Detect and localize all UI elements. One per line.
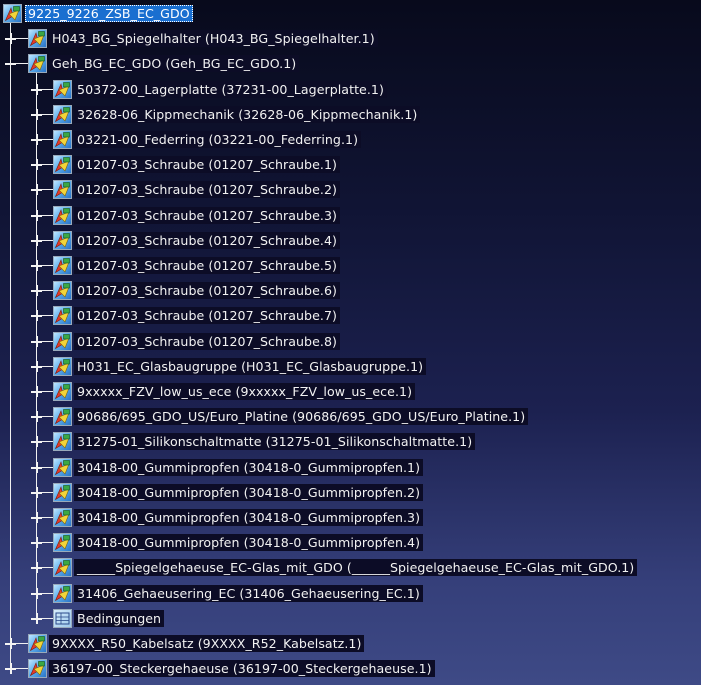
tree-node-label[interactable]: 01207-03_Schraube (01207_Schraube.6) [74,282,340,300]
tree-child-node[interactable]: 9xxxxx_FZV_low_us_ece (9xxxxx_FZV_low_us… [0,381,701,402]
product-icon [53,457,72,477]
tree-child-node[interactable]: 01207-03_Schraube (01207_Schraube.4) [0,230,701,251]
tree-node[interactable]: 36197-00_Steckergehaeuse (36197-00_Steck… [0,658,701,679]
tree-node-label[interactable]: 50372-00_Lagerplatte (37231-00_Lagerplat… [74,80,387,98]
tree-child-node[interactable]: 50372-00_Lagerplatte (37231-00_Lagerplat… [0,79,701,100]
tree-node-label[interactable]: H043_BG_Spiegelhalter (H043_BG_Spiegelha… [49,30,378,48]
tree-root-label[interactable]: 9225_9226_ZSB_EC_GDO [25,5,193,22]
tree-child-node[interactable]: H031_EC_Glasbaugruppe (H031_EC_Glasbaugr… [0,356,701,377]
tree-node-label[interactable]: 9XXXX_R50_Kabelsatz (9XXXX_R52_Kabelsatz… [49,635,365,652]
product-icon [53,356,72,376]
product-icon [53,331,72,351]
tree-node-label[interactable]: 01207-03_Schraube (01207_Schraube.7) [74,307,340,325]
product-icon [28,634,47,653]
product-icon [53,155,72,175]
tree-child-node[interactable]: 32628-06_Kippmechanik (32628-06_Kippmech… [0,104,701,125]
tree-child-node[interactable]: 03221-00_Federring (03221-00_Federring.1… [0,129,701,150]
tree-child-node[interactable]: 01207-03_Schraube (01207_Schraube.5) [0,255,701,276]
tree-child-node[interactable]: 01207-03_Schraube (01207_Schraube.3) [0,205,701,226]
tree-child-node[interactable]: 01207-03_Schraube (01207_Schraube.8) [0,331,701,352]
tree-node-label[interactable]: 30418-00_Gummipropfen (30418-0_Gummiprop… [74,534,424,552]
product-icon [53,256,72,275]
product-icon [53,407,72,427]
tree-node-label[interactable]: ______Spiegelgehaeuse_EC-Glas_mit_GDO (_… [74,559,638,577]
product-icon [53,180,72,200]
product-icon [53,432,72,452]
product-icon [53,79,72,99]
product-icon [53,104,72,124]
product-icon [53,230,72,250]
tree-node-label[interactable]: 01207-03_Schraube (01207_Schraube.3) [74,206,340,224]
tree-guide-line [36,73,37,619]
product-icon [53,130,72,149]
tree-node-label[interactable]: Bedingungen [74,609,165,627]
product-icon [3,4,22,23]
tree-child-node[interactable]: 90686/695_GDO_US/Euro_Platine (90686/695… [0,406,701,427]
tree-node-label[interactable]: 01207-03_Schraube (01207_Schraube.5) [74,257,340,274]
tree-node[interactable]: Geh_BG_EC_GDO (Geh_BG_EC_GDO.1) [0,53,701,74]
product-icon [28,659,47,679]
tree-child-node[interactable]: 31275-01_Silikonschaltmatte (31275-01_Si… [0,431,701,452]
tree-child-node[interactable]: Bedingungen [0,608,701,629]
tree-node-label[interactable]: 31275-01_Silikonschaltmatte (31275-01_Si… [74,433,476,451]
tree-child-node[interactable]: 30418-00_Gummipropfen (30418-0_Gummiprop… [0,532,701,553]
tree-node-label[interactable]: 03221-00_Federring (03221-00_Federring.1… [74,131,362,148]
tree-child-node[interactable]: 30418-00_Gummipropfen (30418-0_Gummiprop… [0,482,701,503]
tree-node-label[interactable]: 36197-00_Steckergehaeuse (36197-00_Steck… [49,660,435,678]
product-icon [53,583,72,603]
tree-child-node[interactable]: 30418-00_Gummipropfen (30418-0_Gummiprop… [0,457,701,478]
specification-tree: 9225_9226_ZSB_EC_GDO H043_BG_Spiegelhalt… [0,0,701,685]
tree-node-label[interactable]: H031_EC_Glasbaugruppe (H031_EC_Glasbaugr… [74,357,427,375]
tree-child-node[interactable]: 31406_Gehaeusering_EC (31406_Gehaeuserin… [0,583,701,604]
product-icon [53,382,72,401]
tree-node-label[interactable]: 30418-00_Gummipropfen (30418-0_Gummiprop… [74,509,424,526]
product-icon [53,281,72,301]
product-icon [53,482,72,502]
tree-node-label[interactable]: 30418-00_Gummipropfen (30418-0_Gummiprop… [74,483,424,501]
tree-child-node[interactable]: 01207-03_Schraube (01207_Schraube.1) [0,154,701,175]
tree-node-label[interactable]: Geh_BG_EC_GDO (Geh_BG_EC_GDO.1) [49,55,300,73]
tree-node-label[interactable]: 01207-03_Schraube (01207_Schraube.1) [74,156,340,174]
tree-child-node[interactable]: 01207-03_Schraube (01207_Schraube.2) [0,179,701,200]
tree-node[interactable]: H043_BG_Spiegelhalter (H043_BG_Spiegelha… [0,28,701,49]
product-icon [53,205,72,225]
product-icon [53,533,72,553]
tree-child-node[interactable]: 30418-00_Gummipropfen (30418-0_Gummiprop… [0,507,701,528]
tree-node-label[interactable]: 31406_Gehaeusering_EC (31406_Gehaeuserin… [74,584,423,602]
tree-guide-line [10,23,11,670]
product-icon [53,508,72,527]
tree-child-node[interactable]: 01207-03_Schraube (01207_Schraube.7) [0,305,701,326]
tree-node-label[interactable]: 01207-03_Schraube (01207_Schraube.4) [74,231,340,249]
tree-child-node[interactable]: ______Spiegelgehaeuse_EC-Glas_mit_GDO (_… [0,557,701,578]
tree-node-label[interactable]: 30418-00_Gummipropfen (30418-0_Gummiprop… [74,458,424,476]
tree-root[interactable]: 9225_9226_ZSB_EC_GDO [0,3,701,24]
constraints-icon [53,608,72,628]
tree-node[interactable]: 9XXXX_R50_Kabelsatz (9XXXX_R52_Kabelsatz… [0,633,701,654]
tree-child-node[interactable]: 01207-03_Schraube (01207_Schraube.6) [0,280,701,301]
product-icon [53,306,72,326]
tree-node-label[interactable]: 01207-03_Schraube (01207_Schraube.2) [74,181,340,199]
tree-node-label[interactable]: 90686/695_GDO_US/Euro_Platine (90686/695… [74,408,529,426]
product-icon [28,54,47,74]
product-icon [53,558,72,578]
tree-node-label[interactable]: 9xxxxx_FZV_low_us_ece (9xxxxx_FZV_low_us… [74,383,416,400]
tree-node-label[interactable]: 01207-03_Schraube (01207_Schraube.8) [74,332,340,350]
tree-node-label[interactable]: 32628-06_Kippmechanik (32628-06_Kippmech… [74,105,421,123]
product-icon [28,29,47,49]
